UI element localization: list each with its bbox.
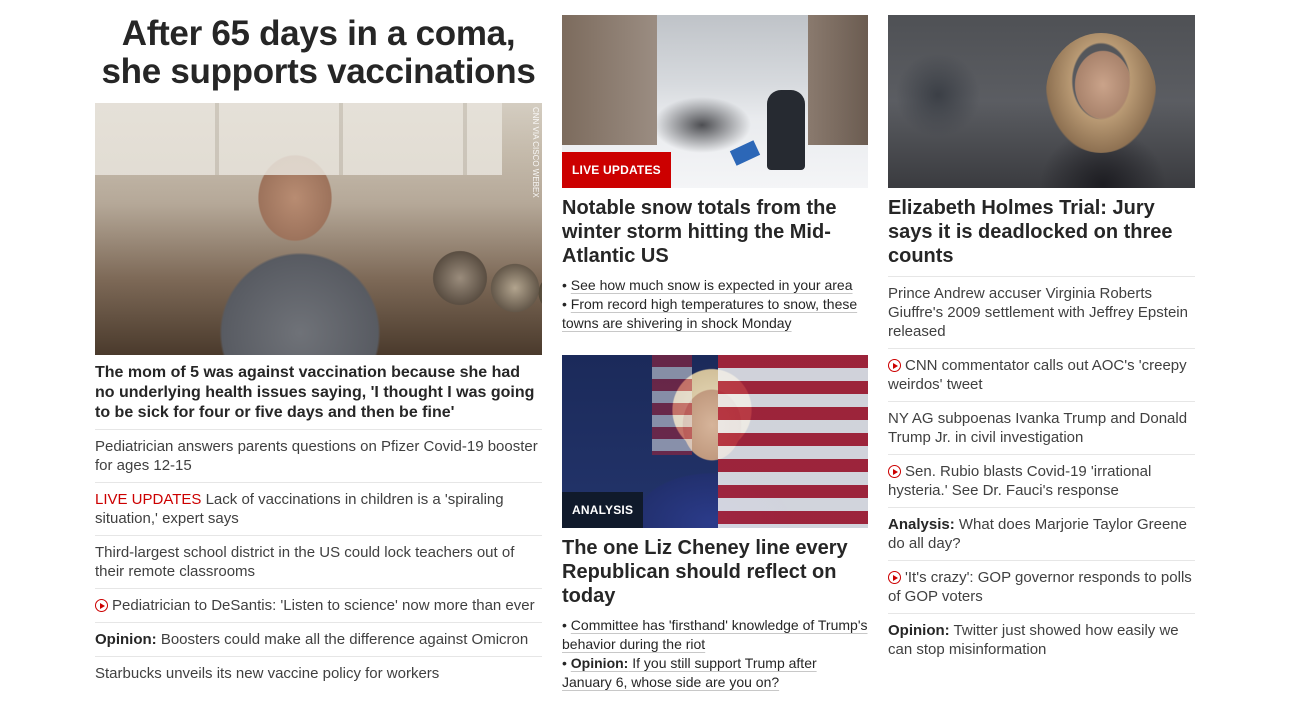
list-item[interactable]: Analysis: What does Marjorie Taylor Gree… bbox=[888, 507, 1195, 560]
lead-headline-link[interactable]: The mom of 5 was against vaccination bec… bbox=[95, 363, 542, 423]
live-updates-label: LIVE UPDATES bbox=[95, 491, 202, 508]
story-link[interactable]: Prince Andrew accuser Virginia Roberts G… bbox=[888, 285, 1188, 340]
related-stories-list: Pediatrician answers parents questions o… bbox=[95, 429, 542, 690]
middle-column: LIVE UPDATES Notable snow totals from th… bbox=[562, 15, 868, 692]
story-link[interactable]: LIVE UPDATES Lack of vaccinations in chi… bbox=[95, 491, 504, 527]
list-item[interactable]: LIVE UPDATES Lack of vaccinations in chi… bbox=[95, 482, 542, 535]
opinion-label: Opinion: bbox=[95, 631, 157, 648]
list-item[interactable]: Third-largest school district in the US … bbox=[95, 535, 542, 588]
mega-headline-link[interactable]: After 65 days in a coma, she supports va… bbox=[95, 15, 542, 91]
snow-headline-link[interactable]: Notable snow totals from the winter stor… bbox=[562, 196, 868, 268]
story-text: Boosters could make all the difference a… bbox=[156, 631, 529, 648]
cheney-card: ANALYSIS The one Liz Cheney line every R… bbox=[562, 355, 868, 692]
list-item[interactable]: Opinion: Boosters could make all the dif… bbox=[95, 622, 542, 656]
list-item[interactable]: Sen. Rubio blasts Covid-19 'irrational h… bbox=[888, 454, 1195, 507]
analysis-label: Analysis: bbox=[888, 516, 955, 533]
holmes-headline-link[interactable]: Elizabeth Holmes Trial: Jury says it is … bbox=[888, 196, 1195, 268]
live-updates-badge: LIVE UPDATES bbox=[562, 152, 671, 188]
story-link[interactable]: Starbucks unveils its new vaccine policy… bbox=[95, 665, 439, 682]
play-icon bbox=[95, 599, 108, 612]
cheney-image-link[interactable]: ANALYSIS bbox=[562, 355, 868, 528]
right-stories-list: Prince Andrew accuser Virginia Roberts G… bbox=[888, 276, 1195, 666]
list-item[interactable]: 'It's crazy': GOP governor responds to p… bbox=[888, 560, 1195, 613]
cheney-headline-link[interactable]: The one Liz Cheney line every Republican… bbox=[562, 536, 868, 608]
bullet-item: From record high temperatures to snow, t… bbox=[562, 295, 868, 333]
lead-headline: The mom of 5 was against vaccination bec… bbox=[95, 364, 535, 421]
cheney-bullets: Committee has 'firsthand' knowledge of T… bbox=[562, 616, 868, 692]
story-link[interactable]: Sen. Rubio blasts Covid-19 'irrational h… bbox=[888, 463, 1151, 499]
list-item[interactable]: CNN commentator calls out AOC's 'creepy … bbox=[888, 348, 1195, 401]
play-icon bbox=[888, 465, 901, 478]
opinion-label: Opinion: bbox=[888, 622, 950, 639]
story-link[interactable]: CNN commentator calls out AOC's 'creepy … bbox=[888, 357, 1187, 393]
bullet-item: See how much snow is expected in your ar… bbox=[562, 276, 868, 295]
story-text: Sen. Rubio blasts Covid-19 'irrational h… bbox=[888, 463, 1152, 499]
snow-bullets: See how much snow is expected in your ar… bbox=[562, 276, 868, 333]
story-link[interactable]: NY AG subpoenas Ivanka Trump and Donald … bbox=[888, 410, 1187, 446]
snow-image-link[interactable]: LIVE UPDATES bbox=[562, 15, 868, 188]
bullet-item: Opinion: If you still support Trump afte… bbox=[562, 654, 868, 692]
story-link[interactable]: 'It's crazy': GOP governor responds to p… bbox=[888, 569, 1192, 605]
snow-card: LIVE UPDATES Notable snow totals from th… bbox=[562, 15, 868, 333]
mega-headline: After 65 days in a coma, she supports va… bbox=[101, 14, 536, 91]
list-item[interactable]: Opinion: Twitter just showed how easily … bbox=[888, 613, 1195, 666]
bullet-link[interactable]: From record high temperatures to snow, t… bbox=[562, 296, 857, 331]
snow-headline: Notable snow totals from the winter stor… bbox=[562, 197, 837, 267]
story-text: 'It's crazy': GOP governor responds to p… bbox=[888, 569, 1192, 605]
image-credit: CNN VIA CISCO WEBEX bbox=[531, 107, 540, 198]
story-link[interactable]: Opinion: Boosters could make all the dif… bbox=[95, 631, 528, 648]
snow-image: LIVE UPDATES bbox=[562, 15, 868, 188]
cheney-headline: The one Liz Cheney line every Republican… bbox=[562, 537, 848, 607]
bullet-link[interactable]: Opinion: If you still support Trump afte… bbox=[562, 655, 817, 690]
story-link[interactable]: Opinion: Twitter just showed how easily … bbox=[888, 622, 1179, 658]
story-text: CNN commentator calls out AOC's 'creepy … bbox=[888, 357, 1187, 393]
top-story-column: After 65 days in a coma, she supports va… bbox=[95, 15, 542, 690]
holmes-headline: Elizabeth Holmes Trial: Jury says it is … bbox=[888, 197, 1173, 267]
cheney-image: ANALYSIS bbox=[562, 355, 868, 528]
story-link[interactable]: Pediatrician to DeSantis: 'Listen to sci… bbox=[95, 597, 535, 614]
list-item[interactable]: NY AG subpoenas Ivanka Trump and Donald … bbox=[888, 401, 1195, 454]
list-item[interactable]: Pediatrician to DeSantis: 'Listen to sci… bbox=[95, 588, 542, 622]
opinion-label: Opinion: bbox=[570, 655, 629, 671]
holmes-image-link[interactable] bbox=[888, 15, 1195, 188]
story-link[interactable]: Analysis: What does Marjorie Taylor Gree… bbox=[888, 516, 1187, 552]
bullet-link[interactable]: See how much snow is expected in your ar… bbox=[571, 277, 853, 293]
story-link[interactable]: Third-largest school district in the US … bbox=[95, 544, 514, 580]
lead-image-link[interactable]: CNN VIA CISCO WEBEX bbox=[95, 103, 542, 355]
story-link[interactable]: Pediatrician answers parents questions o… bbox=[95, 438, 538, 474]
bullet-item: Committee has 'firsthand' knowledge of T… bbox=[562, 616, 868, 654]
lead-image: CNN VIA CISCO WEBEX bbox=[95, 103, 542, 355]
list-item[interactable]: Pediatrician answers parents questions o… bbox=[95, 429, 542, 482]
list-item[interactable]: Prince Andrew accuser Virginia Roberts G… bbox=[888, 276, 1195, 348]
holmes-image bbox=[888, 15, 1195, 188]
list-item[interactable]: Starbucks unveils its new vaccine policy… bbox=[95, 656, 542, 690]
play-icon bbox=[888, 571, 901, 584]
story-text: Pediatrician to DeSantis: 'Listen to sci… bbox=[112, 597, 535, 614]
right-column: Elizabeth Holmes Trial: Jury says it is … bbox=[888, 15, 1195, 666]
analysis-badge: ANALYSIS bbox=[562, 492, 644, 528]
play-icon bbox=[888, 359, 901, 372]
bullet-link[interactable]: Committee has 'firsthand' knowledge of T… bbox=[562, 617, 868, 652]
